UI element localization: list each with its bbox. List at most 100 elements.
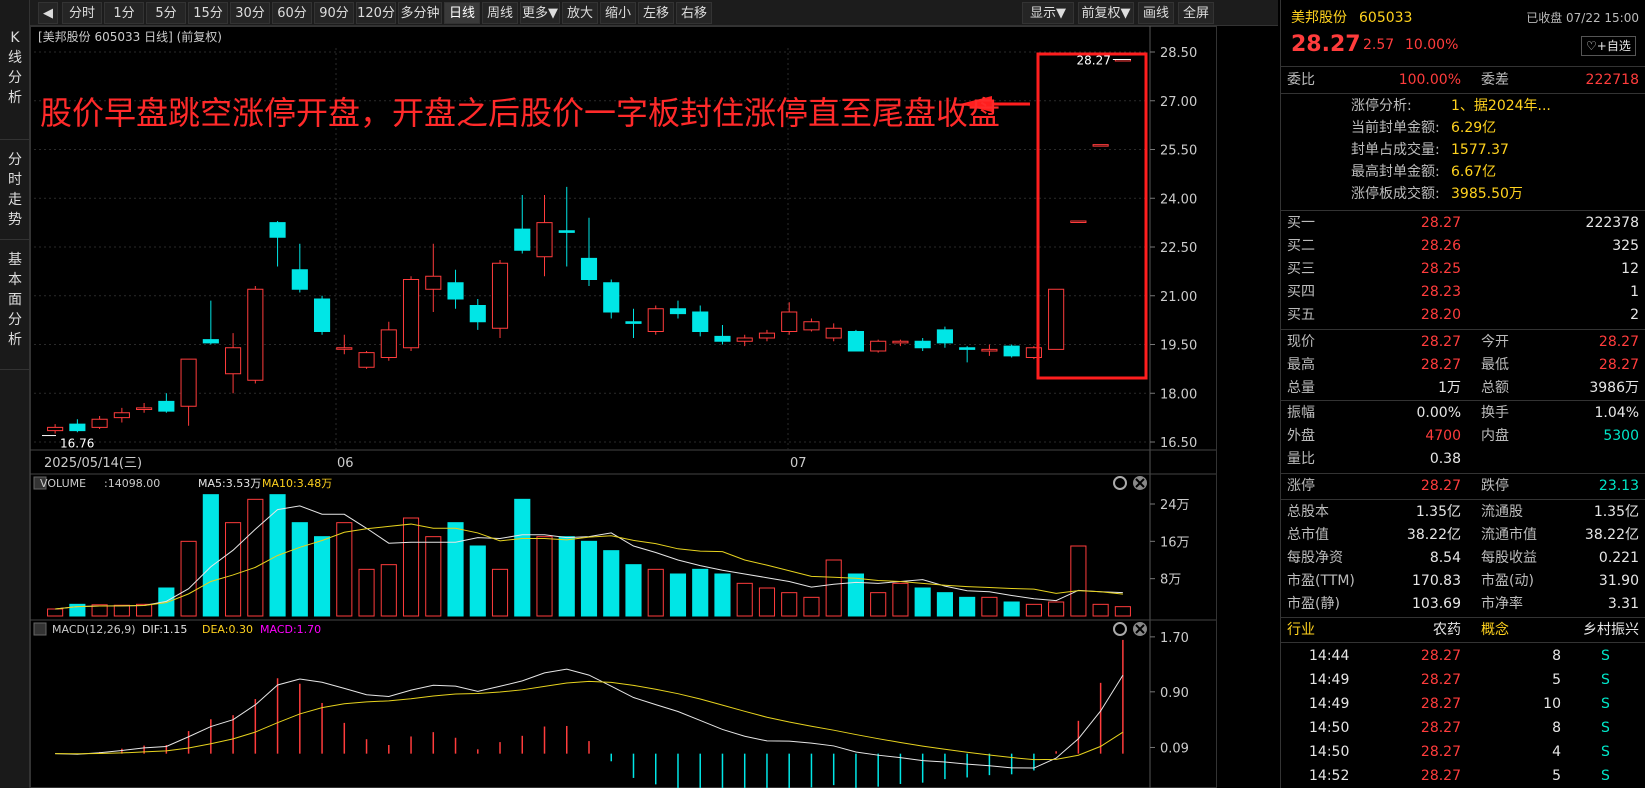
low-price-label: 16.76 <box>60 437 94 451</box>
period-button-9[interactable]: 日线 <box>444 2 480 24</box>
add-favorite-button[interactable]: ♡+自选 <box>1581 36 1636 56</box>
x-month-label: 07 <box>790 456 807 471</box>
macd-dea: DEA:0.30 <box>202 623 253 636</box>
stat-value: 38.22亿 <box>1406 527 1461 543</box>
stat-value: 3986万 <box>1589 380 1639 396</box>
tick-volume: 5 <box>1552 768 1561 784</box>
tab-kline-analysis[interactable]: K线分析 <box>0 20 30 140</box>
candle-body <box>447 282 464 300</box>
tick-volume: 4 <box>1552 744 1561 760</box>
period-button-15[interactable]: 右移 <box>676 2 712 24</box>
volume-bar <box>558 536 575 617</box>
side-tab-bar: K线分析 分时走势 基本面分析 <box>0 0 30 788</box>
tab-intraday[interactable]: 分时走势 <box>0 140 30 240</box>
candle-body <box>247 288 264 381</box>
stat-value: 0.00% <box>1416 405 1461 421</box>
y-tick-label: 24.00 <box>1160 192 1197 207</box>
period-button-3[interactable]: 15分 <box>188 2 228 24</box>
candle-body <box>113 412 130 419</box>
volume-bar <box>1048 601 1065 617</box>
industry-row: 行业 农药 概念 乡村振兴 <box>1281 619 1645 641</box>
period-button-13[interactable]: 缩小 <box>600 2 636 24</box>
kline-chart-svg[interactable]: [美邦股份 605033 日线] (前复权) 28.50 27.00 25.50 24.… <box>30 26 1278 788</box>
volume-bar <box>692 568 709 617</box>
side-tab-char: 析 <box>8 332 22 348</box>
bid-price: 28.23 <box>1420 284 1461 300</box>
stat-row: 每股净资 8.54 每股收益 0.221 <box>1281 547 1645 570</box>
candle-body <box>936 329 953 344</box>
volume-bar <box>402 517 420 617</box>
candle-body <box>1003 345 1020 357</box>
limit-analysis-row: 封单占成交量: 1577.37 <box>1281 139 1645 161</box>
help-icon <box>33 622 47 636</box>
period-button-0[interactable]: 分时 <box>62 2 102 24</box>
period-button-12[interactable]: 放大 <box>562 2 598 24</box>
candle-body <box>580 257 598 280</box>
period-button-1[interactable]: 1分 <box>104 2 144 24</box>
period-button-14[interactable]: 左移 <box>638 2 674 24</box>
candle-body <box>625 321 642 324</box>
gear-icon[interactable] <box>1113 622 1127 636</box>
tick-side: S <box>1601 768 1610 784</box>
period-button-10[interactable]: 周线 <box>482 2 518 24</box>
candle-body <box>959 347 976 350</box>
candle-body <box>914 340 931 349</box>
stat-row: 振幅 0.00% 换手 1.04% <box>1281 402 1645 425</box>
candle-body <box>225 347 242 375</box>
side-tab-char: 析 <box>8 90 22 106</box>
volume-bar <box>758 587 776 617</box>
stat-label: 每股净资 <box>1287 550 1343 566</box>
stat-row: 市盈(静) 103.69 市净率 3.31 <box>1281 593 1645 616</box>
tick-side: S <box>1601 744 1610 760</box>
y-tick-label: 18.00 <box>1160 387 1197 402</box>
weibi-label: 委比 <box>1287 72 1315 88</box>
candle-body <box>603 282 620 313</box>
stat-value: 170.83 <box>1412 573 1461 589</box>
y-tick-label: 28.50 <box>1160 46 1197 61</box>
candle-body <box>1092 144 1109 147</box>
limit-value: 6.29亿 <box>1451 120 1497 136</box>
bid-volume: 12 <box>1621 261 1639 277</box>
stat-row: 量比 0.38 <box>1281 448 1645 471</box>
volume-title: VOLUME <box>40 477 86 490</box>
candle-body <box>136 407 153 410</box>
tick-side: S <box>1601 720 1610 736</box>
limit-analysis-row: 涨停分析: 1、据2024年... <box>1281 95 1645 117</box>
toolbar-right-button-1[interactable]: 前复权▼ <box>1078 2 1134 24</box>
bid-row: 买一 28.27 222378 <box>1281 212 1645 235</box>
separator <box>1281 617 1645 618</box>
toolbar-right-button-3[interactable]: 全屏 <box>1178 2 1214 24</box>
candle-body <box>91 418 108 428</box>
stat-label: 总股本 <box>1287 504 1329 520</box>
tab-fundamentals[interactable]: 基本面分析 <box>0 240 30 370</box>
period-button-7[interactable]: 120分 <box>356 2 396 24</box>
gear-icon[interactable] <box>1113 476 1127 490</box>
volume-bar <box>1003 601 1020 617</box>
bid-row: 买二 28.26 325 <box>1281 235 1645 258</box>
stat-value: 3.31 <box>1607 596 1639 612</box>
tick-volume: 8 <box>1552 648 1561 664</box>
stat-row: 市盈(TTM) 170.83 市盈(动) 31.90 <box>1281 570 1645 593</box>
macd-y-tick: 0.09 <box>1160 741 1189 756</box>
chart-area: [美邦股份 605033 日线] (前复权) 28.50 27.00 25.50 24.… <box>30 26 1278 788</box>
volume-bar <box>669 573 687 617</box>
limit-value: 1577.37 <box>1451 142 1509 158</box>
stat-label: 市净率 <box>1481 596 1523 612</box>
toolbar-right-button-0[interactable]: 显示▼ <box>1022 2 1074 24</box>
volume-bar <box>870 592 887 617</box>
tick-side: S <box>1601 648 1610 664</box>
period-button-5[interactable]: 60分 <box>272 2 312 24</box>
bid-price: 28.26 <box>1420 238 1461 254</box>
stat-label: 现价 <box>1287 334 1315 350</box>
tick-price: 28.27 <box>1420 744 1461 760</box>
period-button-4[interactable]: 30分 <box>230 2 270 24</box>
volume-ma10: MA10:3.48万 <box>262 477 332 490</box>
period-button-11[interactable]: 更多▼ <box>520 2 560 24</box>
period-button-8[interactable]: 多分钟 <box>398 2 442 24</box>
candle-body <box>202 339 219 344</box>
toolbar-right-button-2[interactable]: 画线 <box>1138 2 1174 24</box>
quote-panel: 美邦股份 605033 已收盘 07/22 15:00 28.27 2.57 10.00%… <box>1280 0 1645 788</box>
period-button-6[interactable]: 90分 <box>314 2 354 24</box>
back-button[interactable]: ◀ <box>38 2 58 24</box>
period-button-2[interactable]: 5分 <box>146 2 186 24</box>
